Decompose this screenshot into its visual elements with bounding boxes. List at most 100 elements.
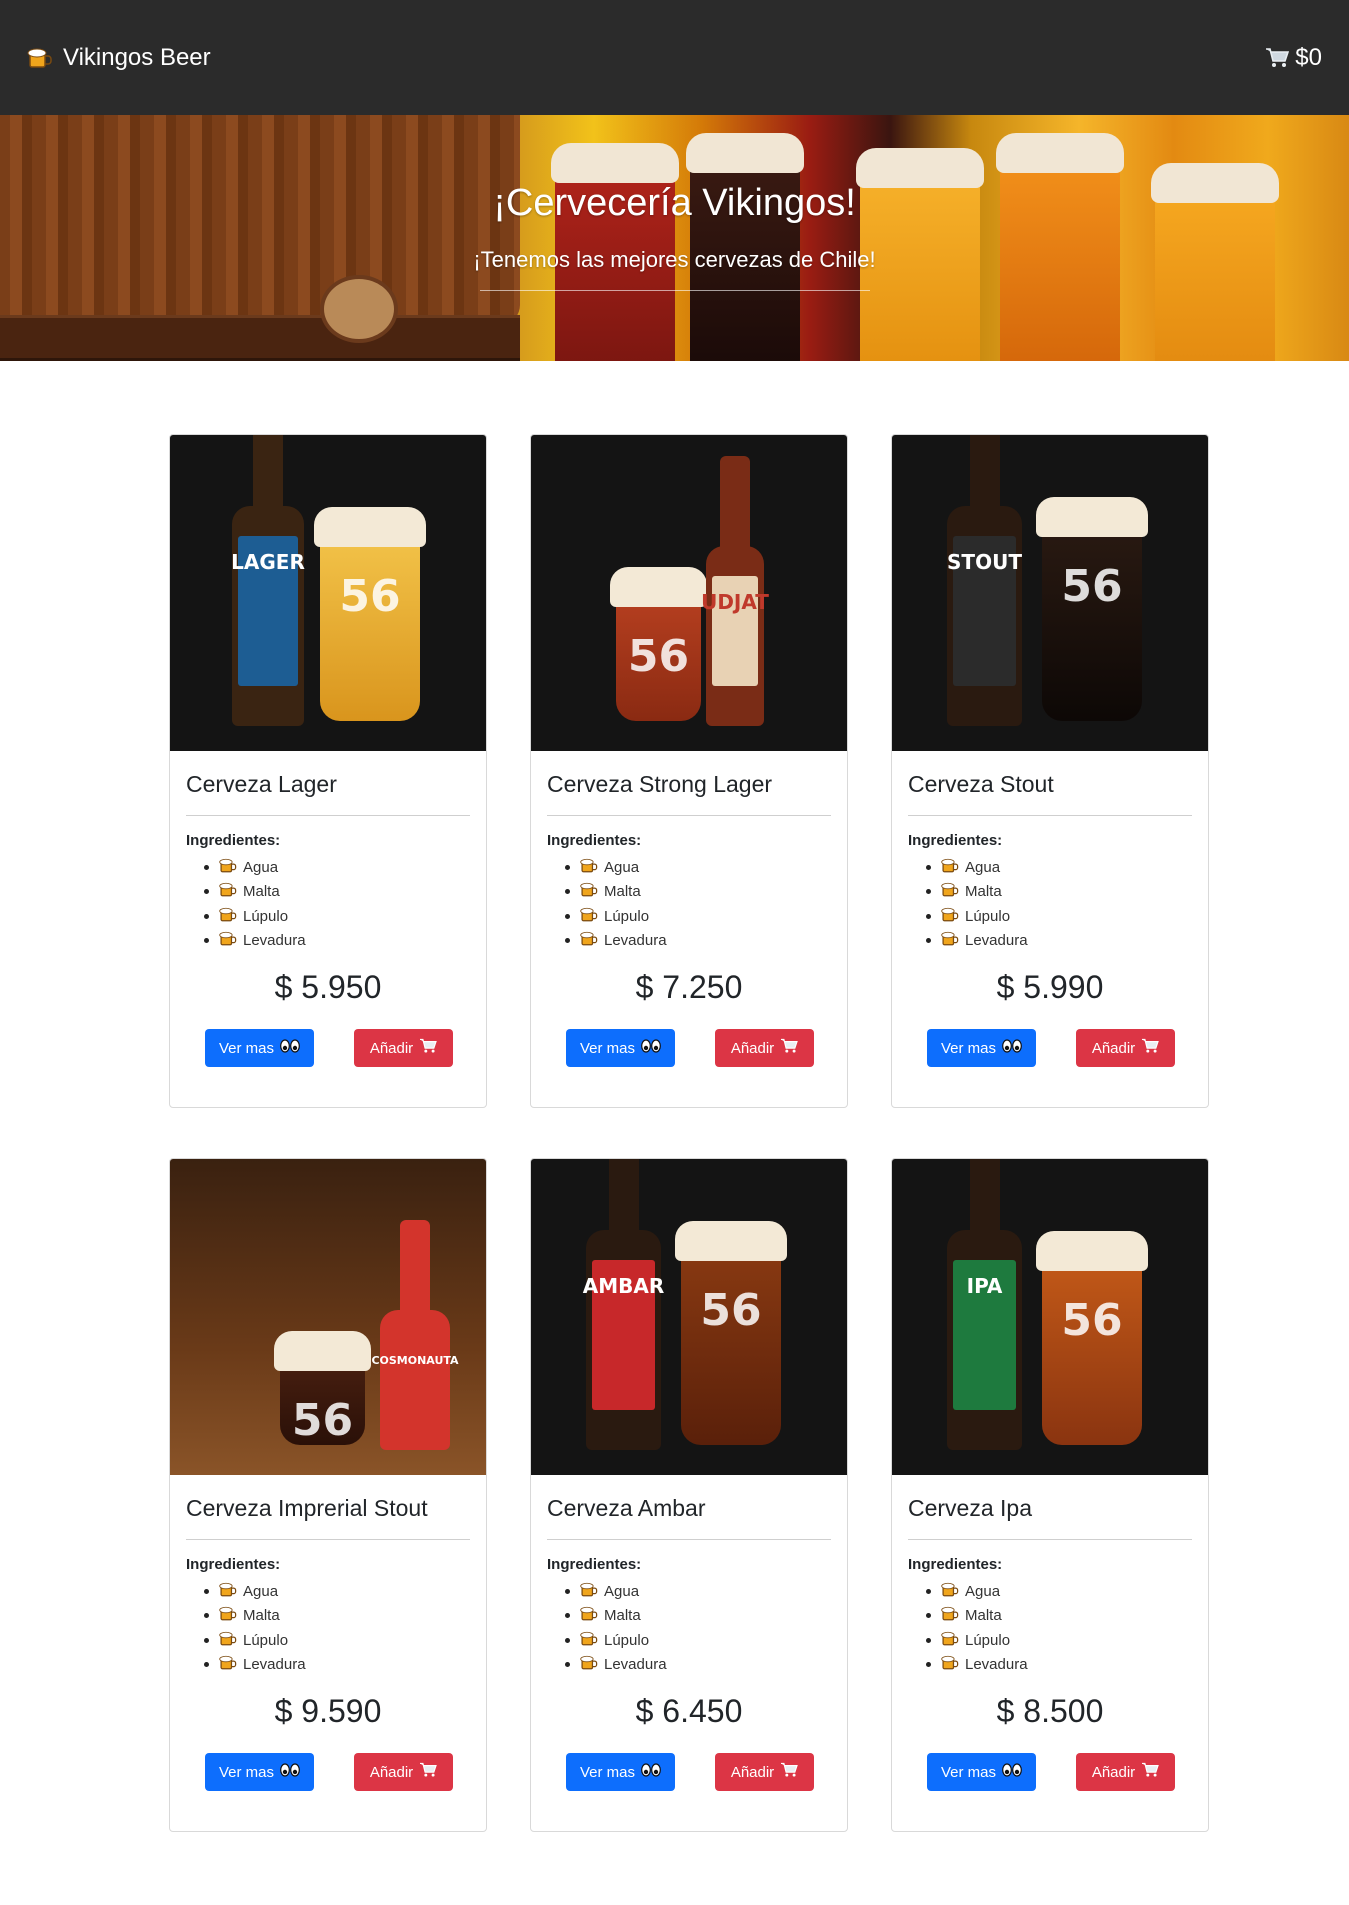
eyes-icon — [280, 1763, 300, 1781]
ingredient-name: Levadura — [965, 932, 1028, 950]
add-to-cart-button[interactable]: Añadir — [354, 1753, 453, 1791]
bullet — [926, 1637, 931, 1643]
add-to-cart-button[interactable]: Añadir — [1076, 1753, 1175, 1791]
bullet — [204, 938, 209, 944]
bullet — [926, 864, 931, 870]
view-more-label: Ver mas — [218, 1763, 275, 1781]
shopping-cart-icon — [1141, 1038, 1159, 1058]
ingredient-name: Malta — [243, 1607, 280, 1625]
eyes-icon — [1002, 1763, 1022, 1781]
ingredient-item: Malta — [547, 1604, 667, 1629]
ingredient-name: Malta — [965, 1607, 1002, 1625]
ingredient-name: Malta — [604, 1607, 641, 1625]
product-price: $ 8.500 — [996, 1693, 1104, 1729]
ingredients-list: Agua Malta Lúpulo Levadura — [186, 1579, 306, 1677]
bottle-label: LAGER — [231, 536, 305, 686]
add-to-cart-button[interactable]: Añadir — [354, 1029, 453, 1067]
bullet — [565, 1637, 570, 1643]
product-image: 56 UDJAT — [531, 435, 847, 751]
bullet — [204, 1662, 209, 1668]
beer-bottle: LAGER — [231, 435, 305, 726]
add-to-cart-label: Añadir — [369, 1039, 414, 1057]
view-more-button[interactable]: Ver mas — [566, 1029, 675, 1067]
beer-bottle: IPA — [947, 1159, 1022, 1450]
ingredient-item: Agua — [908, 855, 1028, 880]
ingredients-list: Agua Malta Lúpulo Levadura — [908, 855, 1028, 953]
view-more-button[interactable]: Ver mas — [927, 1753, 1036, 1791]
shopping-cart-icon — [419, 1038, 437, 1058]
ingredient-item: Agua — [186, 1579, 306, 1604]
product-card: 56 AMBAR Cerveza Ambar Ingredientes: Agu… — [530, 1158, 848, 1832]
beer-mug-icon — [219, 906, 237, 927]
ingredient-name: Lúpulo — [965, 907, 1011, 925]
add-to-cart-button[interactable]: Añadir — [715, 1029, 814, 1067]
beer-mug-icon — [941, 1630, 959, 1651]
product-name: Cerveza Strong Lager — [547, 771, 773, 797]
product-name: Cerveza Imprerial Stout — [186, 1495, 428, 1521]
add-to-cart-button[interactable]: Añadir — [1076, 1029, 1175, 1067]
view-more-label: Ver mas — [940, 1763, 997, 1781]
ingredient-item: Lúpulo — [186, 904, 306, 929]
bottle-label: COSMONAUTA — [371, 1340, 459, 1410]
ingredient-item: Levadura — [908, 929, 1028, 954]
divider — [186, 815, 470, 816]
ingredient-name: Malta — [243, 883, 280, 901]
brand-link[interactable]: Vikingos Beer — [27, 44, 211, 72]
product-price: $ 7.250 — [635, 969, 743, 1005]
ingredient-name: Levadura — [604, 1656, 667, 1674]
ingredients-label: Ingredientes: — [186, 832, 281, 849]
ingredient-item: Malta — [186, 880, 306, 905]
barrel-image — [0, 115, 520, 361]
ingredient-item: Agua — [547, 1579, 667, 1604]
bullet — [204, 1637, 209, 1643]
beer-mug-icon — [580, 1654, 598, 1675]
product-name: Cerveza Ambar — [547, 1495, 706, 1521]
add-to-cart-label: Añadir — [1091, 1763, 1136, 1781]
beer-mug-icon — [219, 1654, 237, 1675]
bottle-label: STOUT — [947, 536, 1022, 686]
ingredient-name: Agua — [243, 858, 279, 876]
product-price: $ 5.950 — [274, 969, 382, 1005]
ingredient-item: Agua — [908, 1579, 1028, 1604]
ingredient-item: Malta — [908, 880, 1028, 905]
eyes-icon — [641, 1763, 661, 1781]
product-price: $ 5.990 — [996, 969, 1104, 1005]
product-name: Cerveza Ipa — [908, 1495, 1033, 1521]
view-more-button[interactable]: Ver mas — [205, 1753, 314, 1791]
glass-logo: 56 — [1061, 1295, 1123, 1346]
ingredient-item: Lúpulo — [547, 1628, 667, 1653]
cart-button[interactable]: $0 — [1265, 44, 1322, 72]
divider — [547, 1539, 831, 1540]
eyes-icon — [641, 1039, 661, 1057]
ingredient-item: Agua — [186, 855, 306, 880]
beer-mug-icon — [219, 930, 237, 951]
glass-logo: 56 — [291, 1395, 354, 1446]
beer-mug-icon — [219, 1605, 237, 1626]
beer-glass: 56 — [675, 1221, 787, 1445]
beer-bottle: UDJAT — [701, 456, 769, 726]
product-price: $ 9.590 — [274, 1693, 382, 1729]
beer-mug-icon — [580, 857, 598, 878]
glass-logo: 56 — [700, 1285, 762, 1336]
view-more-label: Ver mas — [218, 1039, 275, 1057]
beer-mug-icon — [219, 1630, 237, 1651]
view-more-label: Ver mas — [579, 1763, 636, 1781]
product-card: 56 IPA Cerveza Ipa Ingredientes: Agua Ma… — [891, 1158, 1209, 1832]
product-card: 56 UDJAT Cerveza Strong Lager Ingredient… — [530, 434, 848, 1108]
add-to-cart-button[interactable]: Añadir — [715, 1753, 814, 1791]
bullet — [926, 889, 931, 895]
view-more-button[interactable]: Ver mas — [566, 1753, 675, 1791]
beer-mug-icon — [219, 1581, 237, 1602]
view-more-button[interactable]: Ver mas — [927, 1029, 1036, 1067]
hero-divider — [480, 290, 870, 291]
bullet — [204, 1613, 209, 1619]
beer-mug-icon — [941, 1581, 959, 1602]
ingredient-item: Agua — [547, 855, 667, 880]
beer-mug-icon — [580, 1630, 598, 1651]
view-more-button[interactable]: Ver mas — [205, 1029, 314, 1067]
product-name: Cerveza Lager — [186, 771, 337, 797]
bottle-label: AMBAR — [583, 1260, 664, 1410]
glass-logo: 56 — [1061, 561, 1123, 612]
bullet — [204, 1588, 209, 1594]
add-to-cart-label: Añadir — [1091, 1039, 1136, 1057]
